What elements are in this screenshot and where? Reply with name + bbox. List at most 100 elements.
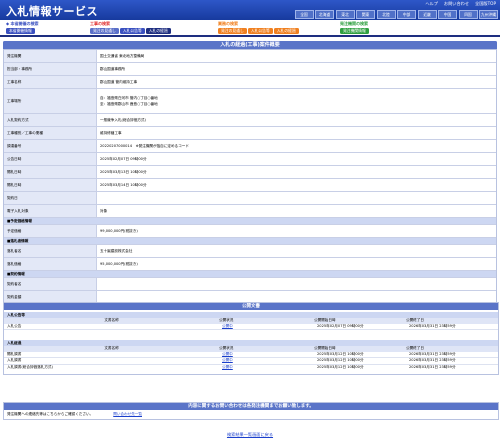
- region-tabs: 全国 北海道 東北 関東 北陸 中部 近畿 中国 四国 九州沖縄: [294, 10, 498, 19]
- region-tab[interactable]: 東北: [335, 10, 355, 19]
- row-value: [97, 278, 496, 290]
- row-label: 電子入札対象: [4, 205, 97, 217]
- tab-honsho-info[interactable]: 本省開催情報: [6, 28, 35, 34]
- row-label: 落札者名: [4, 245, 97, 257]
- app-title: 入札情報サービス: [6, 5, 98, 18]
- info-row: 電子入札対象 対象: [4, 205, 496, 218]
- document-end: 2026年03月31日 23時59分: [409, 351, 456, 356]
- info-row: 担当部・事務所 郡山国道事務所: [4, 63, 496, 76]
- table-row: 入札公告 公開中 2025年02月07日 09時00分 2026年03月31日 …: [4, 323, 498, 330]
- document-start: 2025年03月12日 10時00分: [317, 364, 364, 369]
- national-top-link[interactable]: 全国版TOP: [475, 1, 496, 7]
- row-value: 国土交通省 東北地方整備局: [100, 53, 145, 58]
- section-header: ■予定価格情報: [4, 218, 496, 225]
- back-to-results-link[interactable]: 検索結果一覧画面に戻る: [227, 432, 273, 437]
- document-status-link[interactable]: 公開中: [222, 365, 317, 371]
- info-row: 工事場所 自：福島県白河市 管内○丁目○番地 至：福島県郡山市 鹿島○丁目○番地: [4, 89, 496, 114]
- row-label: 調達番号: [4, 140, 97, 152]
- document-start: 2025年02月07日 09時00分: [317, 323, 364, 328]
- nav-group-caption: 発注機関の検索: [340, 21, 368, 26]
- row-label: 工事場所: [4, 89, 97, 113]
- info-row: 落札価格 95,000,000円(税抜き): [4, 258, 496, 271]
- help-link[interactable]: ヘルプ: [425, 1, 438, 7]
- info-row: 落札者名 五十嵐建設株式会社: [4, 245, 496, 258]
- row-value: [97, 192, 496, 204]
- region-tab[interactable]: 北陸: [376, 10, 396, 19]
- contact-link[interactable]: お問い合わせ: [444, 1, 469, 7]
- info-row: 入札契約方式 一般競争入札(総合評価方式): [4, 114, 496, 127]
- app-header: 入札情報サービス ヘルプ お問い合わせ 全国版TOP 全国 北海道 東北 関東 …: [0, 0, 500, 20]
- tab-agency-info[interactable]: 発注機関情報: [340, 28, 369, 34]
- info-row: 開札日時 2025年03月14日 10時00分: [4, 179, 496, 192]
- region-tab[interactable]: 中部: [397, 10, 416, 19]
- section-header: ■契約情報: [4, 271, 496, 278]
- nav-group-services: 業務の検索 発注の見通し 入札公告等 入札の経過: [218, 21, 299, 34]
- case-summary-panel: 入札の経過(工事)案件概要 発注機関 国土交通省 東北地方整備局 担当部・事務所…: [3, 41, 497, 304]
- document-status-link[interactable]: 公開中: [222, 358, 317, 364]
- document-end: 2026年03月31日 23時59分: [409, 323, 456, 328]
- nav-group-honsho: ◆ 本省開催の検索 本省開催情報: [6, 21, 38, 34]
- row-value: 五十嵐建設株式会社: [100, 248, 133, 253]
- back-link-row: 検索結果一覧画面に戻る: [0, 432, 500, 438]
- row-label: 工事名称: [4, 76, 97, 88]
- tab-services-progress[interactable]: 入札の経過: [273, 28, 299, 34]
- row-label: 担当部・事務所: [4, 63, 97, 75]
- row-label: 予定価格: [4, 225, 97, 237]
- info-row: 調達番号 20220207000014 ※発注機関が独自に定めるコード: [4, 140, 496, 153]
- document-status-link[interactable]: 公開中: [222, 352, 317, 358]
- document-status-link[interactable]: 公開中: [222, 324, 317, 330]
- region-tab[interactable]: 全国: [294, 10, 314, 19]
- contact-panel: 内容に関するお問い合わせは各発注機関までお願い致します。 発注機関への連絡先等は…: [3, 402, 499, 420]
- case-summary-grid: 発注機関 国土交通省 東北地方整備局 担当部・事務所 郡山国道事務所 工事名称 …: [3, 49, 497, 304]
- public-documents-panel: 公開文書 入札公告等 文書名称 公開状況 公開開始日時 公開終了日 入札公告 公…: [3, 302, 499, 375]
- document-start: 2025年03月12日 10時00分: [317, 351, 364, 356]
- row-value: 一般競争入札(総合評価方式): [100, 117, 146, 122]
- contact-text: 発注機関への連絡先等はこちらからご確認ください。: [7, 412, 94, 416]
- region-tab[interactable]: 四国: [458, 10, 478, 19]
- row-value: 95,000,000円(税抜き): [100, 261, 138, 266]
- row-value: 郡山国道 管内維持工事: [100, 79, 138, 84]
- nav-group-caption: 業務の検索: [218, 21, 238, 26]
- row-value: 2025年03月13日 10時00分: [100, 169, 147, 174]
- document-name: 入札公告: [7, 323, 22, 328]
- row-value: 対象: [100, 208, 108, 213]
- row-label: 工事種別／工事の業種: [4, 127, 97, 139]
- row-value: 郡山国道事務所: [100, 66, 126, 71]
- row-value: 維持修繕工事: [100, 130, 122, 135]
- document-name: 入札調書: [7, 358, 22, 362]
- row-label: 発注機関: [4, 50, 97, 62]
- document-name: 開札調書: [7, 351, 22, 356]
- info-row: 契約日: [4, 192, 496, 205]
- tab-construction-notice[interactable]: 入札公告等: [119, 28, 145, 34]
- tab-construction-outlook[interactable]: 発注の見通し: [90, 28, 119, 34]
- row-label: 開札日時: [4, 179, 97, 191]
- row-label: 公告日時: [4, 153, 97, 165]
- nav-group-construction: 工事の検索 発注の見通し 入札公告等 入札の経過: [90, 21, 171, 34]
- info-row: 発注機関 国土交通省 東北地方整備局: [4, 50, 496, 63]
- region-tab[interactable]: 九州沖縄: [479, 10, 498, 19]
- contact-list-link[interactable]: 問い合わせ先一覧: [113, 410, 142, 419]
- row-label: 契約日: [4, 192, 97, 204]
- region-tab[interactable]: 関東: [356, 10, 375, 19]
- row-value: 20220207000014 ※発注機関が独自に定めるコード: [100, 143, 189, 148]
- row-label: 落札価格: [4, 258, 97, 270]
- info-row: 工事名称 郡山国道 管内維持工事: [4, 76, 496, 89]
- tab-construction-progress[interactable]: 入札の経過: [145, 28, 171, 34]
- header-links: ヘルプ お問い合わせ 全国版TOP: [425, 1, 496, 7]
- info-row: 開札日時 2025年03月13日 10時00分: [4, 166, 496, 179]
- info-row: 工事種別／工事の業種 維持修繕工事: [4, 127, 496, 140]
- info-row: 公告日時 2025年02月07日 09時00分: [4, 153, 496, 166]
- document-end: 2026年03月31日 23時59分: [409, 364, 456, 369]
- table-row: 入札調書(総合評価落札方式) 公開中 2025年03月12日 10時00分 20…: [4, 365, 498, 371]
- row-label: 契約者名: [4, 278, 97, 290]
- document-start: 2025年03月12日 10時00分: [317, 358, 364, 362]
- region-tab[interactable]: 北海道: [315, 10, 334, 19]
- nav-group-agency: 発注機関の検索 発注機関情報: [340, 21, 369, 34]
- region-tab[interactable]: 中国: [438, 10, 457, 19]
- row-value: 自：福島県白河市 管内○丁目○番地 至：福島県郡山市 鹿島○丁目○番地: [100, 96, 158, 106]
- tab-services-notice[interactable]: 入札公告等: [247, 28, 273, 34]
- row-value: 2025年02月07日 09時00分: [100, 156, 147, 161]
- info-row: 契約者名: [4, 278, 496, 291]
- region-tab[interactable]: 近畿: [417, 10, 437, 19]
- tab-services-outlook[interactable]: 発注の見通し: [218, 28, 247, 34]
